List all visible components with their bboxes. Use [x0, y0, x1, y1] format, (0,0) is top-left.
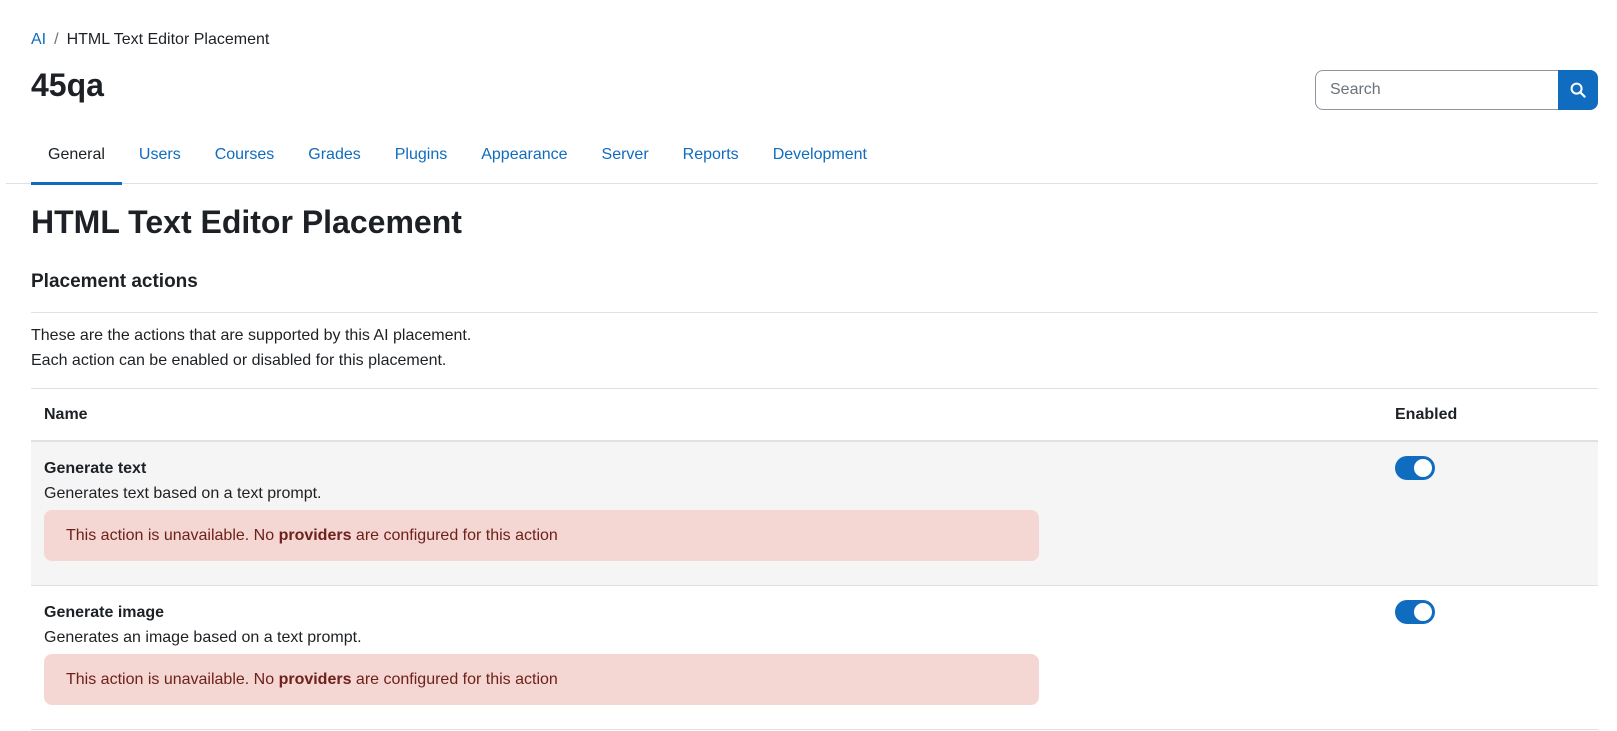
- action-title: Generate text: [44, 460, 147, 477]
- alert-text: This action is unavailable. No: [66, 671, 279, 688]
- alert-text: This action is unavailable. No: [66, 527, 279, 544]
- section-heading: Placement actions: [31, 271, 198, 292]
- unavailable-alert: This action is unavailable. No providers…: [44, 654, 1039, 705]
- alert-text-suffix: are configured for this action: [351, 671, 558, 688]
- tab-development[interactable]: Development: [756, 125, 884, 184]
- tab-courses[interactable]: Courses: [198, 125, 292, 184]
- description-line-1: These are the actions that are supported…: [31, 327, 472, 344]
- primary-tabs: General Users Courses Grades Plugins App…: [6, 125, 1598, 185]
- column-header-name: Name: [44, 405, 88, 423]
- actions-table: Name Enabled Generate text Generates tex…: [31, 388, 1598, 730]
- search-form: [1315, 70, 1598, 110]
- tab-appearance[interactable]: Appearance: [464, 125, 584, 184]
- action-cell: Generate text Generates text based on a …: [31, 442, 1383, 585]
- description-line-2: Each action can be enabled or disabled f…: [31, 352, 447, 369]
- breadcrumb-separator: /: [54, 31, 59, 48]
- table-row: Generate text Generates text based on a …: [31, 442, 1598, 586]
- enable-toggle-generate-text[interactable]: [1395, 456, 1435, 480]
- section-divider: [31, 312, 1598, 313]
- breadcrumb-link-ai[interactable]: AI: [31, 30, 46, 50]
- section-description: These are the actions that are supported…: [31, 323, 471, 373]
- tab-users[interactable]: Users: [122, 125, 198, 184]
- table-row: Generate image Generates an image based …: [31, 586, 1598, 730]
- breadcrumb: AI / HTML Text Editor Placement: [31, 30, 269, 50]
- page: AI / HTML Text Editor Placement 45qa Gen…: [0, 0, 1617, 731]
- breadcrumb-current: HTML Text Editor Placement: [66, 31, 270, 48]
- unavailable-alert: This action is unavailable. No providers…: [44, 510, 1039, 561]
- alert-bold-text: providers: [278, 527, 352, 544]
- tab-grades[interactable]: Grades: [291, 125, 377, 184]
- action-cell: Generate image Generates an image based …: [31, 586, 1383, 729]
- tab-plugins[interactable]: Plugins: [378, 125, 464, 184]
- alert-text-suffix: are configured for this action: [351, 527, 558, 544]
- alert-bold-text: providers: [278, 671, 352, 688]
- tab-reports[interactable]: Reports: [666, 125, 756, 184]
- search-input[interactable]: [1315, 70, 1558, 110]
- enabled-cell: [1383, 442, 1435, 585]
- search-button[interactable]: [1558, 70, 1598, 110]
- tab-server[interactable]: Server: [585, 125, 666, 184]
- page-heading: HTML Text Editor Placement: [31, 204, 462, 240]
- table-header: Name Enabled: [31, 389, 1598, 442]
- enabled-cell: [1383, 586, 1435, 729]
- action-description: Generates an image based on a text promp…: [44, 629, 362, 646]
- site-title: 45qa: [31, 67, 104, 103]
- column-header-enabled: Enabled: [1395, 405, 1458, 423]
- search-icon: [1570, 82, 1586, 98]
- action-title: Generate image: [44, 604, 165, 621]
- tab-general[interactable]: General: [31, 125, 122, 185]
- action-description: Generates text based on a text prompt.: [44, 485, 322, 502]
- enable-toggle-generate-image[interactable]: [1395, 600, 1435, 624]
